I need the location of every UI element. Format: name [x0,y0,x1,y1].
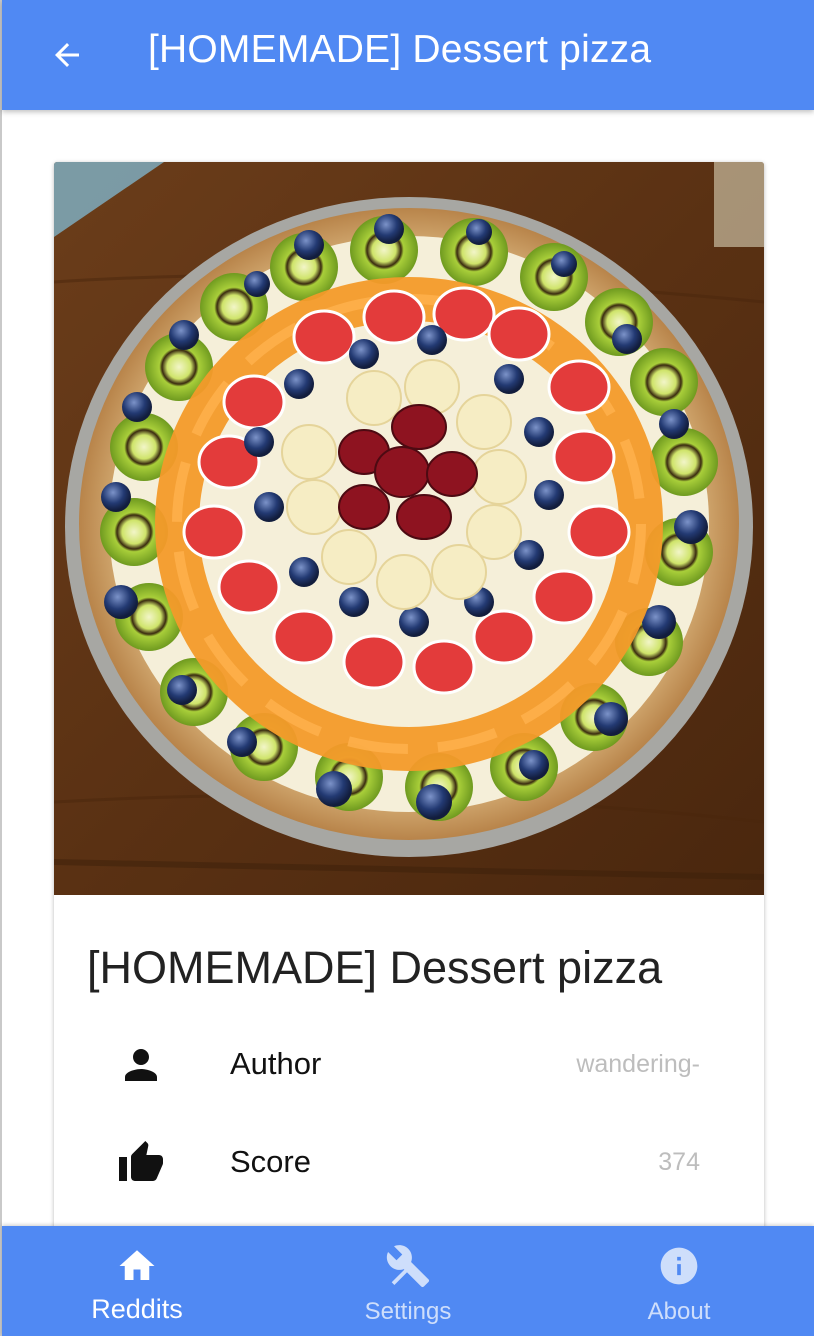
nav-label-about: About [647,1298,711,1325]
info-icon [544,1244,814,1288]
detail-value-score: 374 [658,1148,700,1176]
post-card: [HOMEMADE] Dessert pizza Author wanderin… [54,162,764,1226]
detail-label-author: Author [230,1046,322,1081]
thumb-up-icon [116,1140,166,1186]
person-icon [116,1042,166,1088]
post-title: [HOMEMADE] Dessert pizza [87,942,663,993]
nav-item-about[interactable]: About [544,1226,814,1336]
nav-label-reddits: Reddits [91,1294,183,1324]
nav-label-settings: Settings [364,1298,452,1325]
content-area[interactable]: [HOMEMADE] Dessert pizza Author wanderin… [2,110,814,1226]
detail-label-score: Score [230,1144,311,1179]
bottom-navigation: Reddits Settings About [2,1226,814,1336]
page-title: [HOMEMADE] Dessert pizza [148,28,652,71]
nav-item-settings[interactable]: Settings [273,1226,543,1336]
detail-row-author[interactable]: Author wandering- [54,1034,764,1094]
build-tools-icon [273,1244,543,1288]
app-bar: [HOMEMADE] Dessert pizza [2,0,814,110]
post-image[interactable] [54,162,764,895]
arrow-back-icon [55,43,79,67]
detail-value-author: wandering- [576,1050,700,1078]
home-icon [2,1244,272,1288]
nav-item-reddits[interactable]: Reddits [2,1226,272,1336]
detail-row-score[interactable]: Score 374 [54,1132,764,1192]
back-button[interactable] [42,30,92,80]
